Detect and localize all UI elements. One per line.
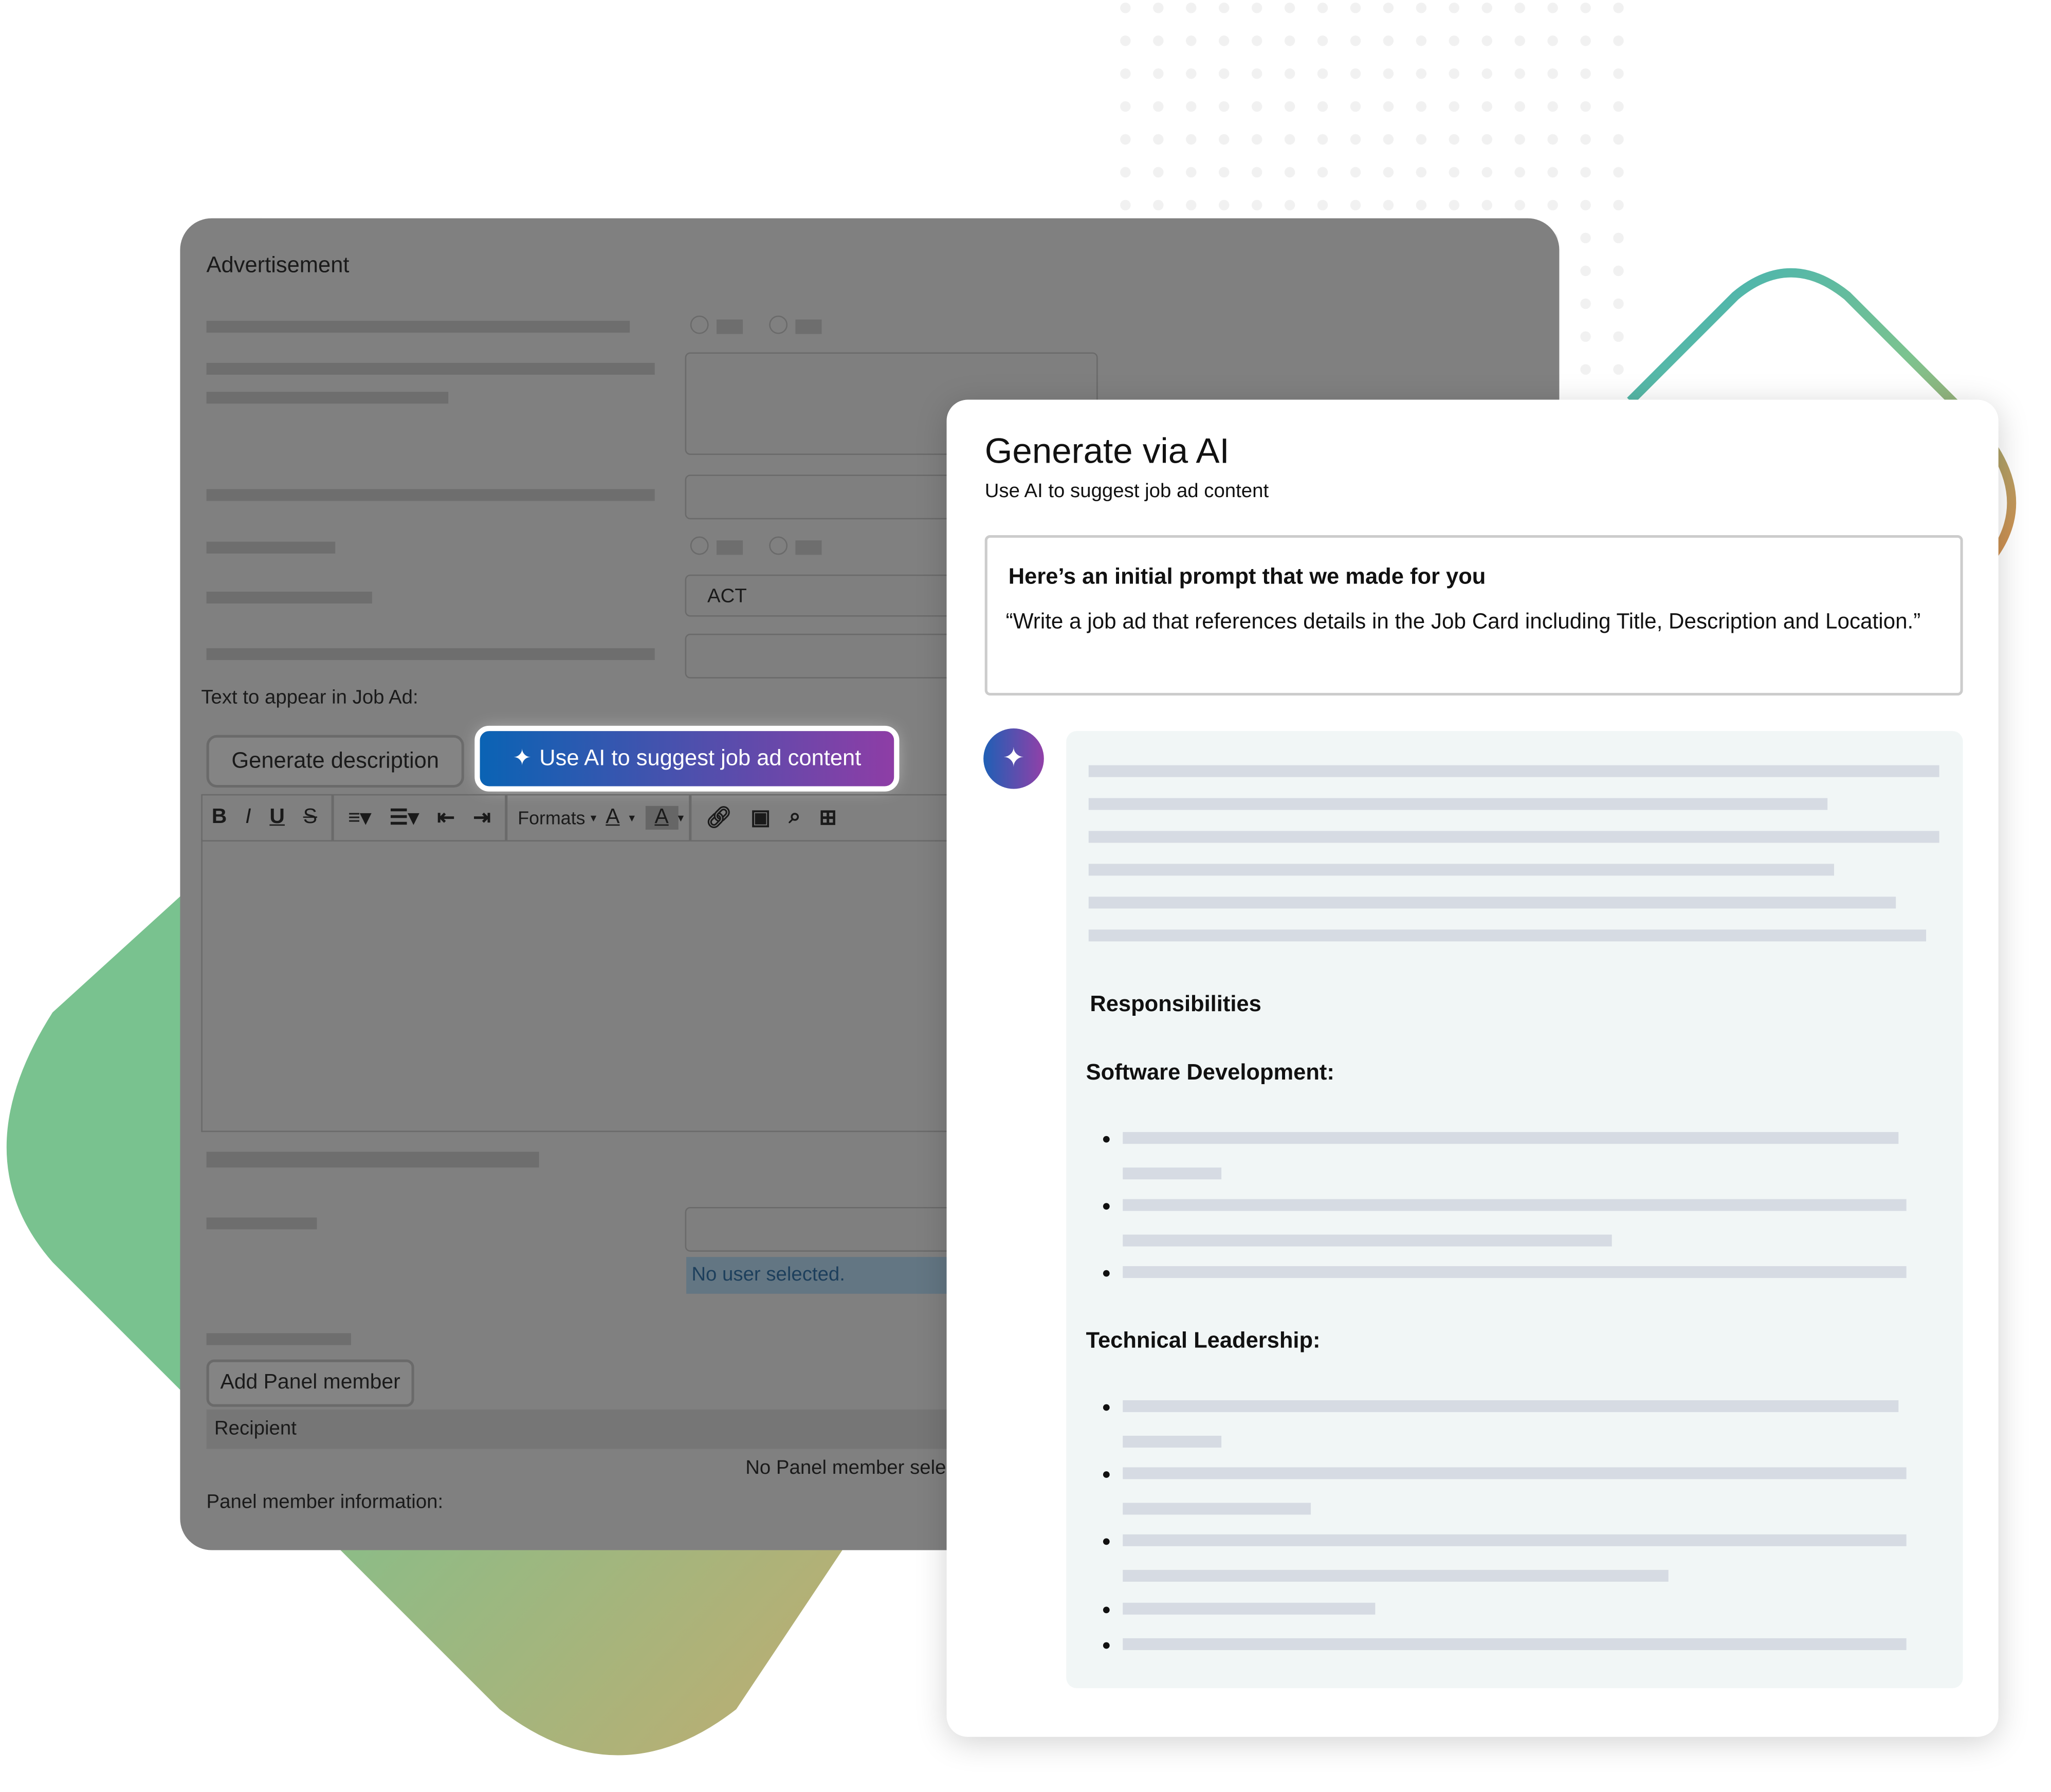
indent-icon[interactable]: ⇥ bbox=[464, 804, 500, 831]
ai-suggest-label: Use AI to suggest job ad content bbox=[539, 745, 862, 771]
strikethrough-button[interactable]: S bbox=[294, 806, 326, 830]
section-title: Advertisement bbox=[206, 252, 350, 278]
font-color-button[interactable]: A bbox=[596, 806, 629, 830]
no-panel-member-message: No Panel member sele bbox=[745, 1456, 946, 1479]
radio-option[interactable] bbox=[690, 536, 709, 555]
ai-response-panel: Responsibilities Software Development: T… bbox=[1066, 731, 1963, 1689]
radio-option[interactable] bbox=[769, 315, 788, 334]
generate-description-button[interactable]: Generate description bbox=[206, 735, 464, 788]
ai-avatar-sparkle-icon: ✦ bbox=[983, 728, 1044, 789]
bullet-list-icon[interactable]: ☰▾ bbox=[380, 804, 428, 831]
prompt-heading: Here’s an initial prompt that we made fo… bbox=[1008, 564, 1486, 589]
technical-leadership-heading: Technical Leadership: bbox=[1086, 1328, 1321, 1353]
italic-button[interactable]: I bbox=[236, 806, 260, 830]
table-icon[interactable]: ⊞ bbox=[810, 804, 846, 831]
link-icon[interactable]: 🔗︎ bbox=[697, 804, 742, 831]
radio-option[interactable] bbox=[769, 536, 788, 555]
modal-subtitle: Use AI to suggest job ad content bbox=[984, 480, 1269, 503]
ai-suggest-button[interactable]: ✦ Use AI to suggest job ad content bbox=[474, 725, 900, 792]
search-replace-icon[interactable]: ⌕ bbox=[780, 806, 810, 830]
outdent-icon[interactable]: ⇤ bbox=[428, 804, 464, 831]
background-color-button[interactable]: A bbox=[645, 806, 678, 830]
panel-member-info-label: Panel member information: bbox=[206, 1491, 444, 1513]
generate-ai-modal: Generate via AI Use AI to suggest job ad… bbox=[946, 399, 1999, 1737]
underline-button[interactable]: U bbox=[260, 806, 294, 830]
align-icon[interactable]: ≡▾ bbox=[339, 804, 380, 831]
formats-dropdown[interactable]: Formats bbox=[512, 807, 591, 828]
add-panel-member-button[interactable]: Add Panel member bbox=[206, 1359, 414, 1407]
prompt-box[interactable]: Here’s an initial prompt that we made fo… bbox=[984, 535, 1963, 696]
bold-button[interactable]: B bbox=[203, 806, 236, 830]
recipient-column-header: Recipient bbox=[206, 1409, 1003, 1449]
responsibilities-heading: Responsibilities bbox=[1090, 991, 1261, 1017]
text-label: Text to appear in Job Ad: bbox=[201, 686, 418, 709]
image-icon[interactable]: ▣ bbox=[741, 804, 779, 831]
prompt-text: “Write a job ad that references details … bbox=[1005, 610, 1921, 634]
sparkle-icon: ✦ bbox=[512, 745, 532, 771]
software-development-heading: Software Development: bbox=[1086, 1059, 1334, 1085]
radio-option[interactable] bbox=[690, 315, 709, 334]
modal-title: Generate via AI bbox=[984, 431, 1230, 471]
